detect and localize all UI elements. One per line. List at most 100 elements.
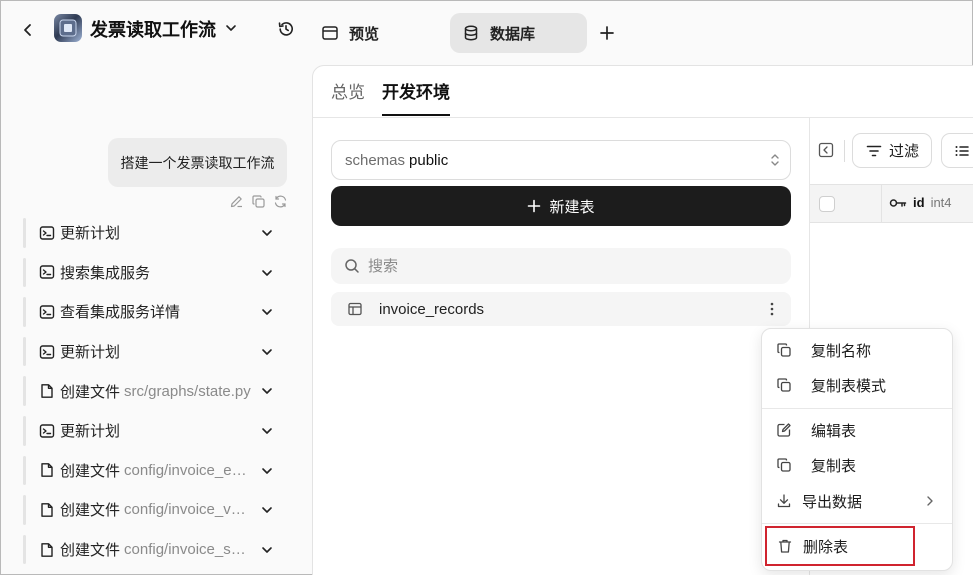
- menu-divider: [762, 523, 952, 524]
- subtab-bar: 总览 开发环境: [331, 78, 467, 116]
- chevron-updown-icon: [771, 154, 779, 166]
- title-menu-button[interactable]: [221, 18, 241, 38]
- toolbar-separator: [844, 140, 845, 162]
- step-label: 创建文件: [60, 502, 121, 520]
- step-list: 更新计划 搜索集成服务 查看集成服务详情 更新计划 创建文件 src/graphs/sta…: [23, 213, 291, 569]
- edit-icon: [230, 196, 242, 208]
- tab-database-label: 数据库: [490, 25, 536, 43]
- copy-icon: [777, 343, 791, 357]
- chevron-down-icon: [262, 348, 272, 355]
- tab-preview-label: 预览: [349, 25, 380, 43]
- step-item[interactable]: 查看集成服务详情: [23, 292, 291, 332]
- new-table-button[interactable]: 新建表: [331, 186, 791, 226]
- copy-icon: [252, 195, 265, 208]
- file-icon: [41, 384, 53, 399]
- database-icon: [464, 25, 478, 41]
- step-file-path: config/invoice_extract.json: [124, 461, 253, 479]
- step-item[interactable]: 更新计划: [23, 332, 291, 372]
- filter-icon: [866, 145, 882, 156]
- table-icon: [348, 302, 362, 316]
- file-icon: [41, 542, 53, 557]
- step-item[interactable]: 更新计划: [23, 411, 291, 451]
- add-tab-button[interactable]: [593, 19, 621, 47]
- back-button[interactable]: [15, 17, 41, 43]
- edit-message-button[interactable]: [229, 194, 244, 209]
- terminal-icon: [39, 424, 55, 438]
- chevron-down-icon: [262, 546, 272, 553]
- menu-item-delete-table[interactable]: 删除表: [765, 526, 915, 566]
- subtab-dev-env[interactable]: 开发环境: [382, 78, 450, 116]
- step-item[interactable]: 更新计划: [23, 213, 291, 253]
- list-icon: [955, 145, 969, 156]
- plus-icon: [600, 26, 614, 40]
- chevron-down-icon: [226, 25, 236, 31]
- chevron-down-icon: [262, 507, 272, 513]
- step-item[interactable]: 创建文件config/invoice_summary.json: [23, 530, 291, 570]
- user-message-bubble: 搭建一个发票读取工作流: [108, 138, 287, 187]
- window-icon: [322, 26, 338, 40]
- step-item[interactable]: 创建文件 src/graphs/state.py: [23, 371, 291, 411]
- step-item[interactable]: 创建文件config/invoice_validate.json: [23, 490, 291, 530]
- menu-item-duplicate-table[interactable]: 复制表: [762, 448, 952, 482]
- step-label: 创建文件: [60, 462, 121, 480]
- select-all-checkbox[interactable]: [819, 196, 835, 212]
- regenerate-button[interactable]: [273, 194, 288, 209]
- schema-select-value: public: [409, 151, 449, 169]
- menu-item-copy-schema[interactable]: 复制表模式: [762, 368, 952, 402]
- step-file-path: config/invoice_validate.json: [124, 501, 252, 519]
- column-name: id: [913, 195, 925, 210]
- sidebar-collapse-icon: [818, 142, 834, 158]
- schema-select[interactable]: schemas public: [331, 140, 791, 180]
- new-table-label: 新建表: [549, 198, 595, 216]
- subtab-overview[interactable]: 总览: [331, 78, 365, 116]
- edit-icon: [777, 423, 791, 437]
- tab-preview[interactable]: 预览: [309, 13, 391, 53]
- tab-database[interactable]: 数据库: [450, 13, 587, 53]
- menu-item-label: 编辑表: [811, 422, 857, 440]
- step-label: 创建文件: [60, 542, 121, 560]
- chevron-down-icon: [262, 467, 272, 474]
- grid-column-separator: [881, 184, 882, 223]
- step-file-path: config/invoice_summary.json: [124, 541, 252, 559]
- step-label: 更新计划: [60, 423, 121, 441]
- step-label: 创建文件: [60, 383, 121, 401]
- more-vertical-icon[interactable]: [763, 300, 781, 318]
- trash-icon: [778, 539, 792, 553]
- chevron-down-icon: [262, 309, 272, 315]
- step-item[interactable]: 创建文件config/invoice_extract.json: [23, 451, 291, 491]
- table-search: [331, 248, 791, 284]
- search-input[interactable]: [368, 257, 768, 275]
- menu-item-copy-name[interactable]: 复制名称: [762, 333, 952, 367]
- app-title: 发票读取工作流: [90, 20, 216, 40]
- terminal-icon: [39, 344, 55, 359]
- step-label: 更新计划: [60, 344, 121, 362]
- history-button[interactable]: [274, 17, 298, 41]
- menu-item-export-data[interactable]: 导出数据: [762, 484, 952, 518]
- chevron-down-icon: [262, 428, 272, 434]
- step-item[interactable]: 搜索集成服务: [23, 253, 291, 293]
- table-name: invoice_records: [379, 300, 485, 318]
- collapse-sidebar-button[interactable]: [818, 142, 834, 158]
- schema-select-key: schemas: [345, 151, 406, 169]
- app-logo: [54, 14, 82, 42]
- refresh-icon: [274, 195, 287, 208]
- menu-divider: [762, 408, 952, 409]
- copy-icon: [777, 458, 791, 472]
- chevron-down-icon: [262, 269, 272, 276]
- menu-item-label: 删除表: [803, 538, 849, 556]
- file-icon: [41, 463, 53, 478]
- copy-message-button[interactable]: [251, 194, 266, 209]
- plus-icon: [528, 199, 541, 213]
- column-header-id[interactable]: id int4: [889, 195, 952, 210]
- search-icon: [345, 259, 359, 273]
- menu-item-edit-table[interactable]: 编辑表: [762, 413, 952, 447]
- menu-item-label: 导出数据: [802, 493, 863, 511]
- chevron-right-icon: [927, 496, 933, 506]
- sort-button[interactable]: [941, 133, 973, 168]
- table-list-item[interactable]: invoice_records: [331, 292, 791, 326]
- file-icon: [41, 503, 53, 517]
- filter-button[interactable]: 过滤: [852, 133, 932, 168]
- menu-item-label: 复制表模式: [811, 377, 887, 395]
- chevron-down-icon: [262, 230, 272, 236]
- key-icon: [889, 198, 907, 207]
